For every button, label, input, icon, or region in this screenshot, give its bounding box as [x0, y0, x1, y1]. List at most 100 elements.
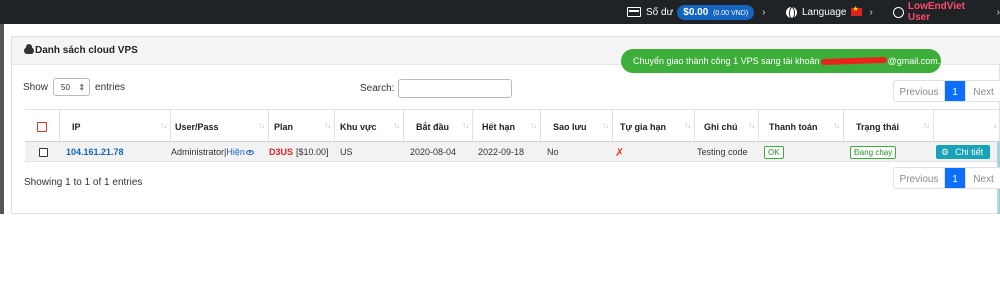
language-label: Language: [802, 6, 847, 18]
balance-vnd: (0.00 VND): [713, 9, 749, 17]
column-header-start[interactable]: Bắt đầu ↑↓: [403, 110, 472, 143]
select-all-checkbox[interactable]: [37, 121, 47, 132]
payment-cell: OK: [764, 142, 784, 162]
plan-name: D3US: [269, 147, 294, 157]
column-header-actions[interactable]: ↓: [933, 110, 1000, 143]
expire-date-cell: 2022-09-18: [478, 147, 525, 157]
region-cell: US: [340, 147, 353, 157]
page-1-button[interactable]: 1: [945, 81, 965, 101]
column-header-userpass[interactable]: User/Pass ↑↓: [170, 110, 268, 143]
detail-button[interactable]: ⚙ Chi tiết: [936, 145, 991, 159]
entries-label: entries: [95, 81, 126, 93]
sort-icon: ↑↓: [684, 121, 691, 130]
entries-select[interactable]: 50 ⇕: [53, 78, 91, 96]
column-label: Tự gia hạn: [620, 121, 667, 132]
column-label: Sao lưu: [553, 121, 587, 132]
chevron-right-icon: ›: [869, 6, 873, 18]
column-header-region[interactable]: Khu vực ↑↓: [334, 110, 403, 143]
column-header-note[interactable]: Ghi chú ↑↓: [694, 110, 758, 143]
backup-cell: No: [547, 147, 559, 157]
sort-icon: ↑↓: [393, 121, 400, 130]
column-label: Ghi chú: [704, 121, 738, 132]
userpass-cell: Administrator | Hiện: [171, 142, 254, 162]
success-toast[interactable]: Chuyển giao thành công 1 VPS sang tài kh…: [621, 49, 941, 73]
detail-label: Chi tiết: [955, 147, 984, 157]
column-header-payment[interactable]: Thanh toán ↑↓: [758, 110, 843, 143]
column-label: Trạng thái: [856, 121, 900, 132]
vietnam-flag-icon: [850, 5, 862, 16]
ip-link[interactable]: 104.161.21.78: [66, 147, 124, 157]
eye-icon[interactable]: [245, 149, 254, 155]
pagination-top: Previous 1 Next: [893, 80, 1000, 102]
sort-icon: ↑↓: [923, 121, 930, 130]
chevron-right-icon: ›: [996, 6, 1000, 18]
sort-icon: ↑↓: [160, 121, 167, 130]
column-header-plan[interactable]: Plan ↑↓: [268, 110, 334, 143]
sort-icon: ↑↓: [324, 121, 331, 130]
column-label: Thanh toán: [769, 121, 818, 132]
user-icon: [893, 6, 904, 18]
column-label: Bắt đầu: [416, 121, 450, 132]
search-label: Search:: [360, 83, 395, 94]
column-label: User/Pass: [175, 121, 219, 132]
pagination-bottom: Previous 1 Next: [893, 167, 1000, 189]
search-control: Search:: [360, 79, 513, 98]
entries-length-control: Show 50 ⇕ entries: [23, 78, 125, 96]
page-1-button[interactable]: 1: [945, 168, 965, 188]
toast-message-suffix: @gmail.com.: [887, 56, 941, 66]
updown-icon: ⇕: [78, 82, 86, 92]
sort-icon: ↓: [993, 121, 997, 130]
show-label: Show: [23, 81, 49, 93]
money-icon: [627, 7, 641, 17]
card-title-text: Danh sách cloud VPS: [35, 45, 138, 56]
sort-icon: ↑↓: [833, 121, 840, 130]
balance-dropdown[interactable]: Số dư $0.00 (0.00 VND) ›: [627, 0, 765, 24]
plan-price: [$10.00]: [296, 147, 329, 157]
balance-value: $0.00: [683, 6, 709, 18]
start-date-cell: 2020-08-04: [410, 147, 457, 157]
entries-value: 50: [61, 82, 70, 92]
sort-icon: ↑↓: [530, 121, 537, 130]
previous-page-button[interactable]: Previous: [894, 81, 945, 101]
toast-message-prefix: Chuyển giao thành công 1 VPS sang tài kh…: [633, 56, 820, 66]
column-header-ip[interactable]: IP ↑↓: [59, 110, 170, 143]
next-page-button[interactable]: Next: [965, 81, 1000, 101]
column-header-backup[interactable]: Sao lưu ↑↓: [540, 110, 612, 143]
column-label: IP: [72, 121, 81, 132]
cross-icon: ✗: [615, 146, 625, 159]
redacted-email-mark: [820, 56, 887, 66]
table-info: Showing 1 to 1 of 1 entries: [24, 177, 143, 188]
search-input[interactable]: [398, 79, 513, 98]
column-header-status[interactable]: Trạng thái ↑↓: [843, 110, 933, 143]
card-title: Danh sách cloud VPS: [24, 44, 138, 56]
show-password-link[interactable]: Hiện: [226, 147, 245, 157]
autorenew-cell: ✗: [615, 142, 624, 162]
plan-cell: D3US [$10.00]: [269, 142, 329, 162]
sort-icon: ↑↓: [748, 121, 755, 130]
user-menu[interactable]: LowEndViet User ›: [893, 0, 1000, 24]
column-header-expire[interactable]: Hết hạn ↑↓: [472, 110, 540, 143]
ip-cell: 104.161.21.78: [66, 142, 124, 162]
previous-page-button[interactable]: Previous: [894, 168, 945, 188]
column-header-autorenew[interactable]: Tự gia hạn ↑↓: [612, 110, 694, 143]
sort-icon: ↑↓: [602, 121, 609, 130]
sidebar-edge: [0, 24, 4, 214]
globe-icon: [786, 6, 797, 19]
table-row: 104.161.21.78 Administrator | Hiện D3US …: [25, 142, 1000, 162]
sort-icon: ↑↓: [462, 121, 469, 130]
cloud-icon: [24, 44, 34, 54]
top-navbar: Số dư $0.00 (0.00 VND) › Language › LowE…: [0, 0, 1000, 24]
column-label: Hết hạn: [482, 121, 516, 132]
chevron-right-icon: ›: [762, 6, 766, 18]
next-page-button[interactable]: Next: [965, 168, 1000, 188]
balance-label: Số dư: [646, 6, 674, 18]
table-header: IP ↑↓ User/Pass ↑↓ Plan ↑↓ Khu vực ↑↓ Bắt đầ…: [25, 109, 1000, 143]
select-all-cell: [25, 110, 59, 143]
language-dropdown[interactable]: Language ›: [786, 0, 873, 24]
column-label: Plan: [274, 121, 294, 132]
row-checkbox[interactable]: [39, 147, 48, 157]
payment-badge: OK: [764, 145, 784, 159]
username: Administrator: [171, 147, 225, 157]
action-cell: ⚙ Chi tiết: [936, 142, 991, 162]
balance-badge: $0.00 (0.00 VND): [677, 4, 755, 20]
